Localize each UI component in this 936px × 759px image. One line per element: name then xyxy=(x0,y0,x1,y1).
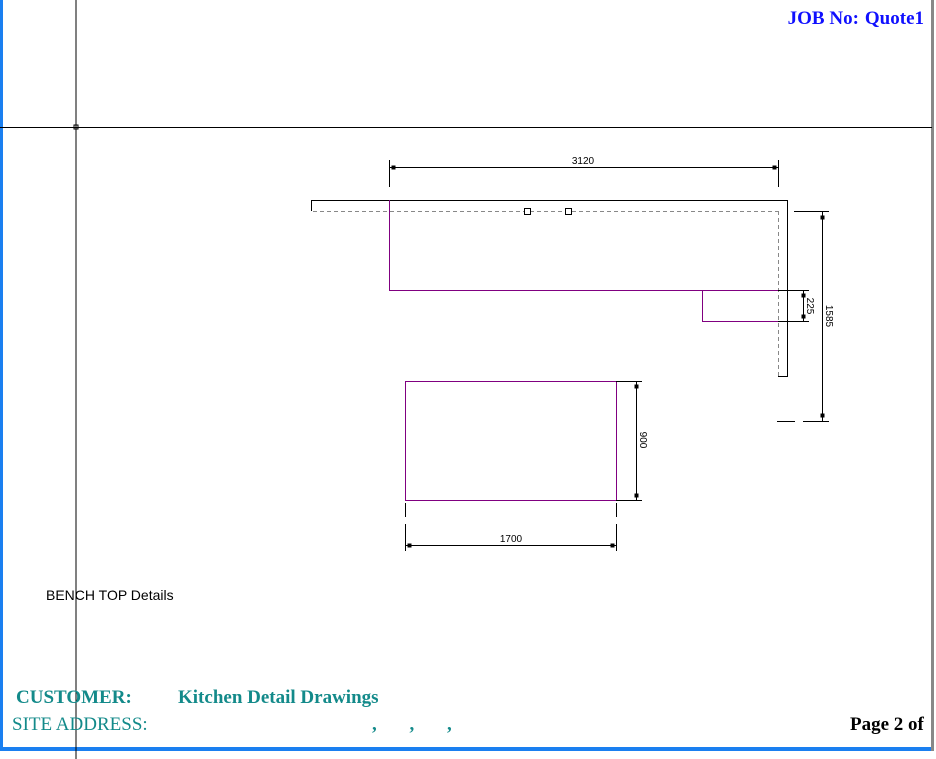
wall-dashed-line xyxy=(313,211,779,376)
site-address-value: , , , xyxy=(372,714,466,735)
drawing-caption: BENCH TOP Details xyxy=(46,587,174,603)
dimension-label-step-depth: 225 xyxy=(804,298,815,315)
customer-label: CUSTOMER: xyxy=(16,687,132,708)
grip-handle[interactable] xyxy=(524,208,531,215)
customer-value: Kitchen Detail Drawings xyxy=(178,687,379,708)
site-address-label: SITE ADDRESS: xyxy=(12,714,148,735)
dimension-label-island-depth: 900 xyxy=(637,432,648,449)
bench-top-drawing[interactable]: 3120 225 1585 900 1700 xyxy=(0,0,936,759)
grip-handle[interactable] xyxy=(565,208,572,215)
dimension-label-top-width: 3120 xyxy=(572,156,595,167)
dimension-label-right-depth: 1585 xyxy=(823,305,834,328)
dimension-label-island-width: 1700 xyxy=(500,534,523,545)
page-number: Page 2 of xyxy=(850,714,924,735)
island-outline[interactable] xyxy=(405,381,617,501)
benchtop-outline[interactable] xyxy=(389,200,779,291)
wall-outline xyxy=(311,200,788,377)
benchtop-step-outline[interactable] xyxy=(702,290,779,322)
